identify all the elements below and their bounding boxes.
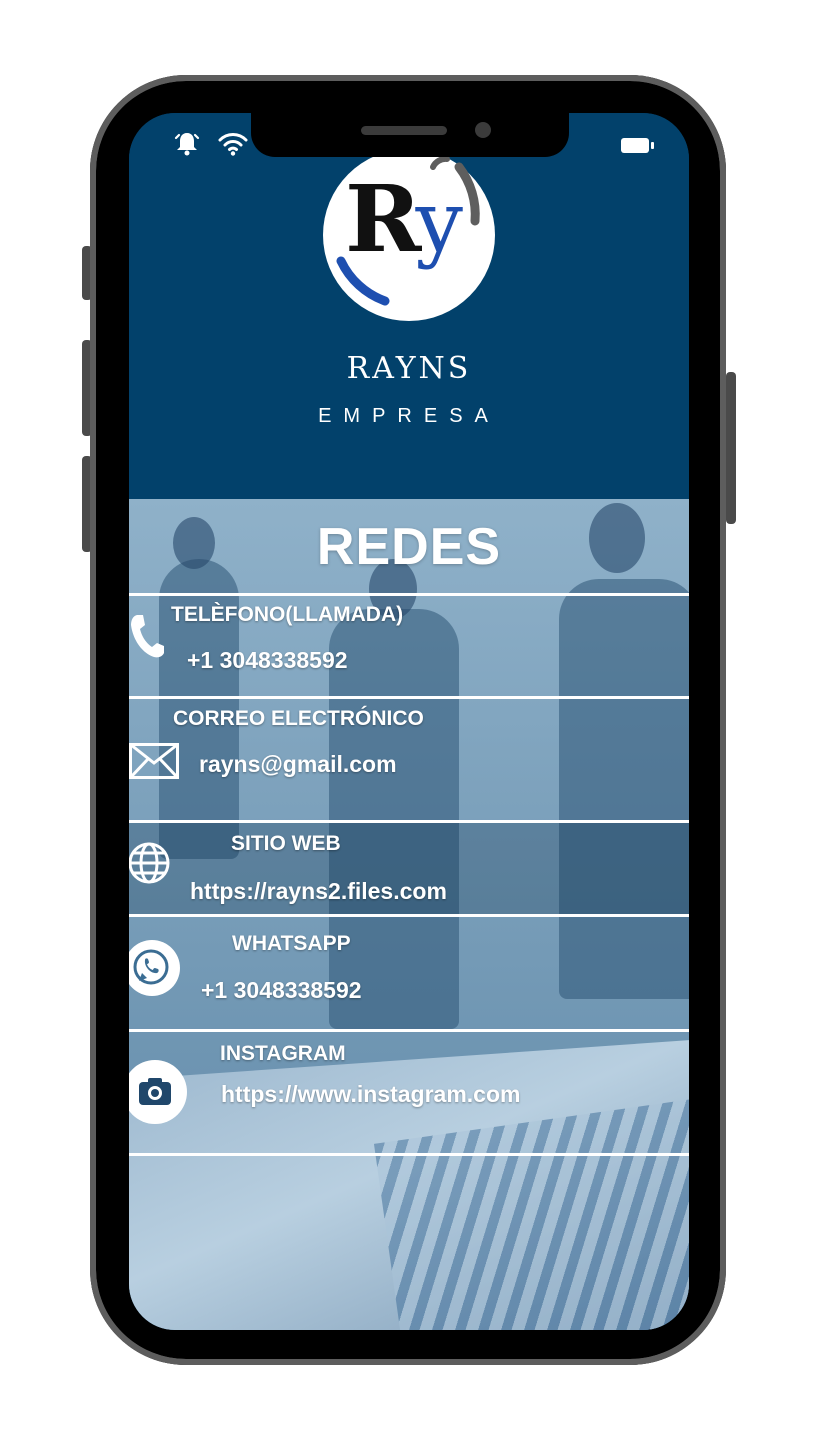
brand-subtitle: EMPRESA xyxy=(318,405,500,427)
divider xyxy=(129,820,689,823)
alarm-bell-icon xyxy=(174,133,200,156)
whatsapp-label: WHATSAPP xyxy=(232,932,351,955)
instagram-value[interactable]: https://www.instagram.com xyxy=(221,1081,520,1108)
speaker-grille xyxy=(361,126,447,135)
whatsapp-value[interactable]: +1 3048338592 xyxy=(201,977,362,1004)
website-value[interactable]: https://rayns2.files.com xyxy=(190,878,447,905)
whatsapp-icon xyxy=(129,940,180,996)
divider xyxy=(129,696,689,699)
section-title: REDES xyxy=(316,518,502,576)
phone-icon xyxy=(131,615,164,658)
globe-icon xyxy=(129,842,170,884)
camera-icon xyxy=(129,1060,187,1124)
divider xyxy=(129,1153,689,1156)
instagram-label: INSTAGRAM xyxy=(220,1042,346,1065)
wifi-icon xyxy=(218,133,248,156)
brand-logo: Ry xyxy=(323,149,495,321)
website-label: SITIO WEB xyxy=(231,832,341,855)
mail-icon xyxy=(129,743,179,779)
divider xyxy=(129,914,689,917)
power-button xyxy=(726,372,736,524)
notch xyxy=(251,113,569,157)
phone-label: TELÈFONO(LLAMADA) xyxy=(171,603,404,626)
battery-icon xyxy=(621,138,654,153)
divider xyxy=(129,593,689,596)
status-bar xyxy=(173,129,249,157)
email-value[interactable]: rayns@gmail.com xyxy=(199,751,397,778)
phone-value[interactable]: +1 3048338592 xyxy=(187,647,348,674)
email-label: CORREO ELECTRÓNICO xyxy=(173,707,424,730)
divider xyxy=(129,1029,689,1032)
front-camera xyxy=(475,122,491,138)
brand-name: RAYNS xyxy=(346,351,472,386)
phone-screen: Ry RAYNS EMPRESA REDES TELÈFONO(LLAMADA)… xyxy=(129,113,689,1330)
logo-text: Ry xyxy=(345,165,463,273)
